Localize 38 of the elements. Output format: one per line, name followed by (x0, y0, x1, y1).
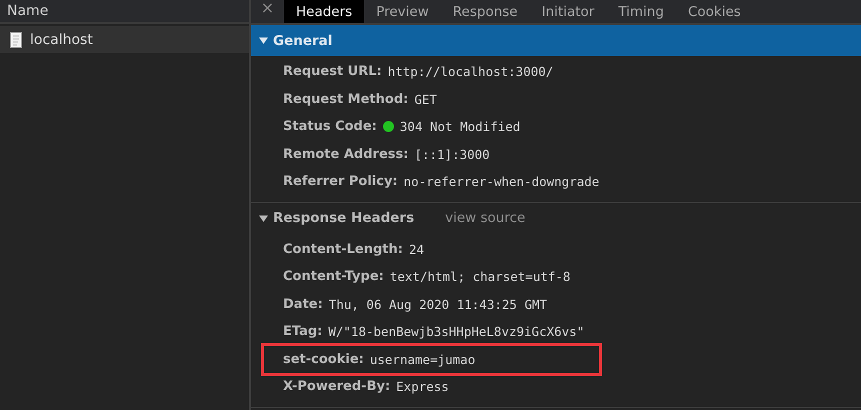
document-icon (10, 32, 22, 48)
section-title: Response Headers (273, 210, 414, 226)
header-name: Date: (283, 296, 323, 312)
header-value: no-referrer-when-downgrade (404, 174, 600, 190)
header-name: Content-Length: (283, 242, 403, 257)
header-name: Status Code: (283, 119, 377, 134)
header-name: set-cookie: (283, 352, 364, 367)
header-value: Thu, 06 Aug 2020 11:43:25 GMT (328, 296, 548, 312)
section-title: General (273, 32, 332, 48)
section-header[interactable]: General (251, 25, 861, 56)
tab[interactable]: Preview (364, 0, 441, 23)
header-value: 24 (408, 242, 424, 257)
header-value: [::1]:3000 (414, 146, 490, 162)
header-value: GET (414, 92, 437, 107)
close-button[interactable]: × (251, 0, 284, 16)
header-value: text/html; charset=utf-8 (390, 269, 570, 284)
view-source-link[interactable]: view source (445, 210, 526, 226)
section-header[interactable]: Response Headers view source (251, 202, 861, 234)
header-value: W/"18-benBewjb3sHHpHeL8vz9iGcX6vs" (328, 324, 584, 340)
tab[interactable]: Initiator (530, 0, 606, 23)
header-name: Remote Address: (283, 146, 408, 162)
request-name: localhost (30, 32, 93, 48)
tab[interactable]: Response (440, 0, 530, 23)
name-column-header[interactable]: Name (0, 0, 249, 24)
header-value: http://localhost:3000/ (388, 64, 554, 80)
request-item[interactable]: localhost (0, 26, 249, 53)
header-value: username=jumao (370, 352, 476, 367)
header-name: Referrer Policy: (283, 174, 398, 190)
header-name: ETag: (283, 324, 322, 340)
tab[interactable]: Cookies (676, 0, 753, 23)
header-name: Content-Type: (283, 269, 384, 284)
header-name: Request URL: (283, 64, 382, 80)
header-value: 304 Not Modified (400, 119, 520, 134)
header-value: Express (396, 379, 449, 394)
header-name: Request Method: (283, 92, 408, 107)
tab[interactable]: Timing (606, 0, 676, 23)
header-name: X-Powered-By: (283, 379, 390, 394)
tab[interactable]: Headers (284, 0, 364, 23)
